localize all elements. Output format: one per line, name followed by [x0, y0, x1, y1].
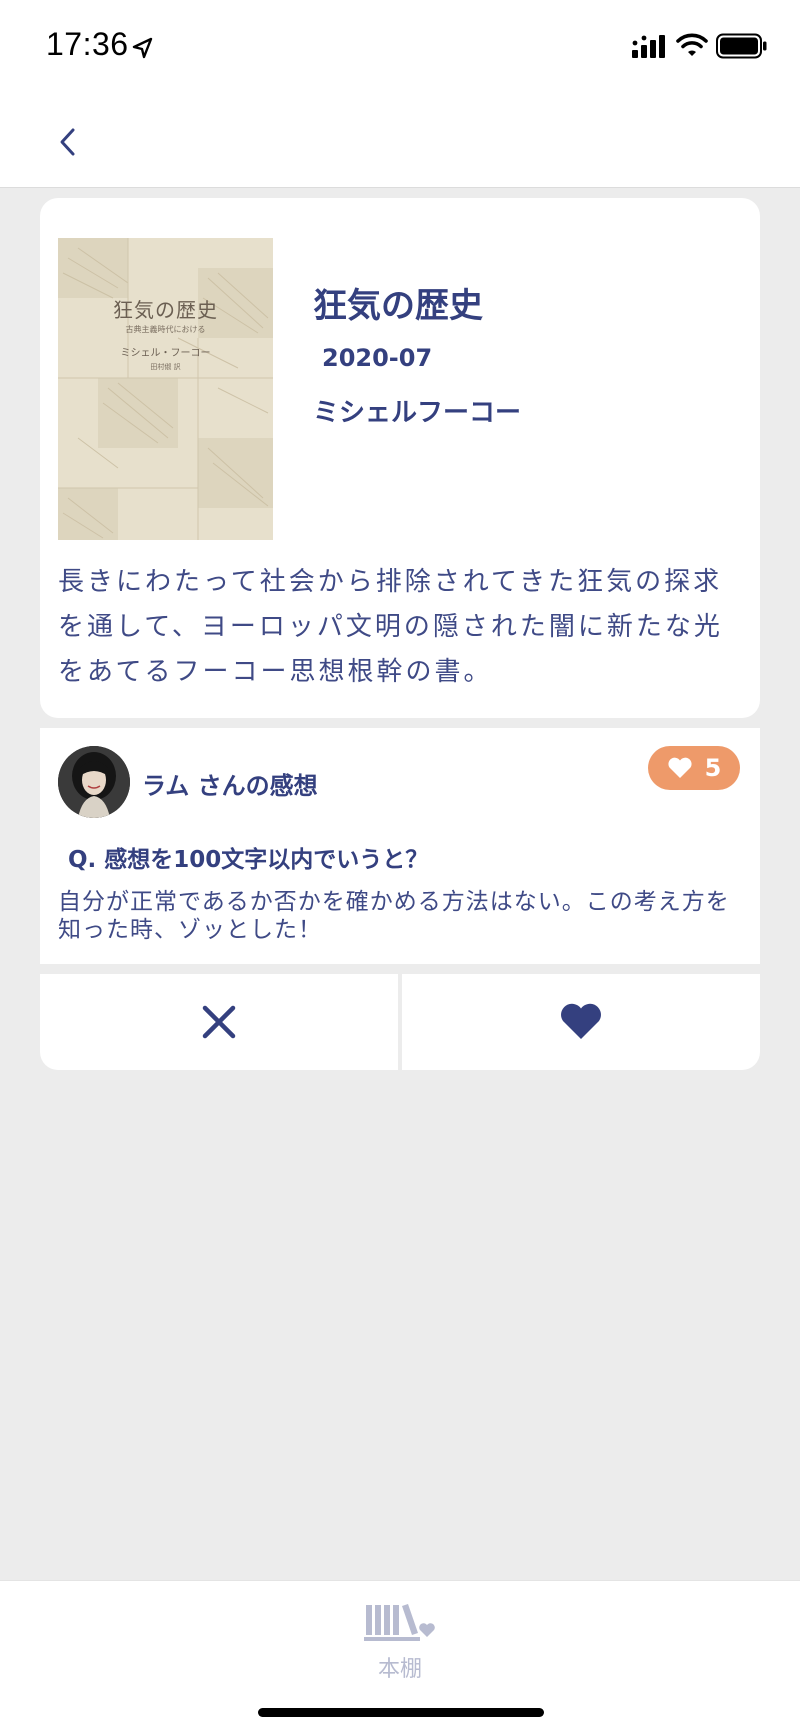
reviewer-name: ラム さんの感想 [142, 772, 318, 800]
action-row [40, 974, 760, 1070]
review-card: ラム さんの感想 5 Q. 感想を100文字以内でいうと？ 自分が正常であるか否… [40, 728, 760, 964]
book-cover[interactable]: 狂気の歴史 古典主義時代における ミシェル・フーコー 田村俶 訳 [58, 238, 273, 540]
home-indicator [258, 1708, 544, 1717]
tab-bookshelf-label: 本棚 [377, 1657, 422, 1682]
status-bar: 17:36 [0, 0, 800, 96]
like-count: 5 [704, 754, 722, 782]
review-question: Q. 感想を100文字以内でいうと？ [68, 847, 429, 873]
cover-texture [58, 238, 273, 540]
chevron-left-icon [60, 128, 75, 156]
avatar-illustration [58, 746, 130, 818]
location-arrow-icon [132, 37, 153, 59]
book-description: 長きにわたって社会から排除されてきた狂気の探求を通して、ヨーロッパ文明の隠された… [58, 567, 723, 687]
back-button[interactable] [48, 118, 88, 166]
battery-icon [716, 33, 767, 59]
cover-translator: 田村俶 訳 [150, 363, 181, 371]
cover-title: 狂気の歴史 [113, 298, 218, 322]
like-count-badge[interactable]: 5 [648, 746, 740, 790]
book-date: 2020-07 [322, 344, 433, 372]
book-card: 狂気の歴史 古典主義時代における ミシェル・フーコー 田村俶 訳 狂気の歴史 2… [40, 198, 760, 718]
avatar[interactable] [58, 746, 130, 818]
tab-bookshelf[interactable]: 本棚 [350, 1603, 450, 1703]
nav-bar [0, 96, 800, 188]
wifi-icon [676, 33, 708, 56]
review-answer: 自分が正常であるか否かを確かめる方法はない。この考え方を知った時、ゾッとした！ [58, 889, 730, 943]
heart-icon [668, 757, 692, 778]
status-time: 17:36 [46, 26, 129, 62]
bookshelf-icon [364, 1604, 435, 1641]
book-title: 狂気の歴史 [313, 286, 483, 326]
like-button[interactable] [402, 974, 760, 1070]
book-author: ミシェルフーコー [313, 398, 522, 428]
screen: 17:36 狂気の歴史 古典主義時代における ミシェル・フーコー 田村俶 訳 狂… [0, 0, 800, 1731]
close-icon [202, 1005, 236, 1039]
signal-icon [632, 35, 665, 58]
dislike-button[interactable] [40, 974, 398, 1070]
cover-author: ミシェル・フーコー [120, 348, 211, 359]
cover-subtitle: 古典主義時代における [125, 325, 206, 334]
heart-icon [561, 1003, 601, 1039]
